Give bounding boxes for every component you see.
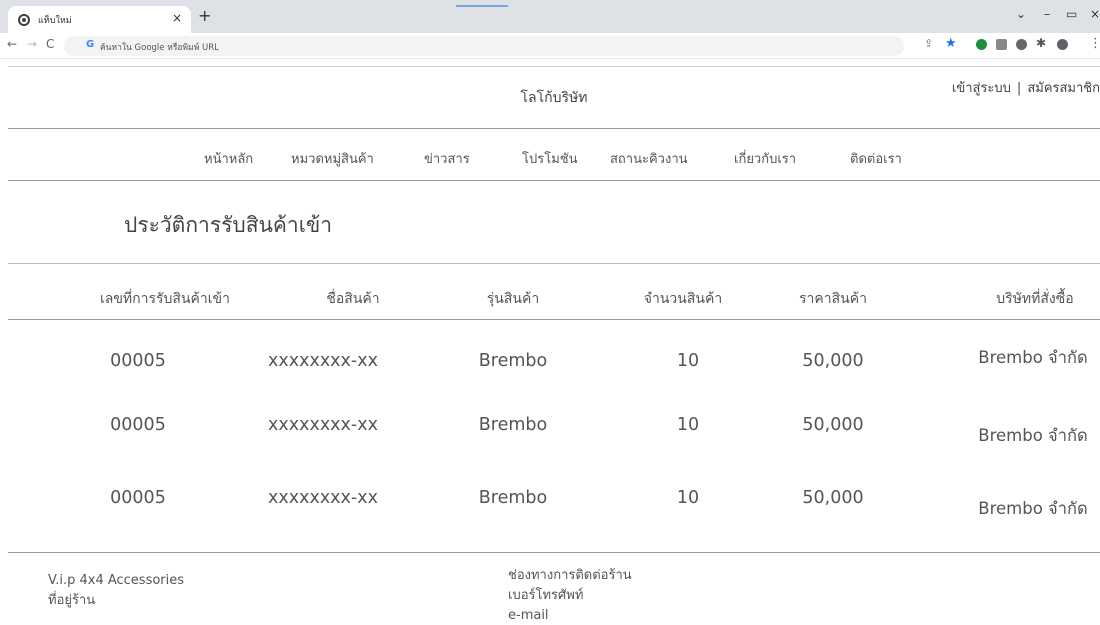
bookmark-star-icon[interactable]: ★ — [945, 36, 957, 51]
nav-item-contact[interactable]: ติดต่อเรา — [850, 148, 902, 169]
extensions-puzzle-icon[interactable]: ✱ — [1036, 36, 1046, 50]
content-divider — [8, 552, 1100, 553]
browser-tab-strip: แท็บใหม่ × + ⌄ – ▭ × — [0, 0, 1100, 33]
cell-quantity: 10 — [676, 415, 700, 435]
main-navigation: หน้าหลัก หมวดหมู่สินค้า ข่าวสาร โปรโมชัน… — [8, 129, 1100, 181]
extension-box-icon[interactable] — [996, 39, 1007, 50]
footer-contact-title: ช่องทางการติดต่อร้าน — [508, 568, 632, 583]
address-bar-placeholder[interactable]: ค้นหาใน Google หรือพิมพ์ URL — [100, 40, 219, 54]
column-header-model: รุ่นสินค้า — [486, 291, 540, 307]
menu-kebab-icon[interactable]: ⋮ — [1089, 36, 1100, 51]
column-header-product-name: ชื่อสินค้า — [326, 291, 380, 307]
cell-quantity: 10 — [676, 488, 700, 508]
nav-item-promotions[interactable]: โปรโมชัน — [522, 148, 577, 169]
cell-product-name: xxxxxxxx-xx — [268, 415, 378, 435]
cell-model: Brembo — [478, 351, 548, 371]
nav-item-news[interactable]: ข่าวสาร — [424, 148, 470, 169]
footer-address-label: ที่อยู่ร้าน — [48, 593, 96, 608]
register-link[interactable]: สมัครสมาชิก — [1027, 81, 1100, 96]
table-row: 00005 xxxxxxxx-xx Brembo 10 50,000 Bremb… — [8, 407, 1100, 477]
column-header-price: ราคาสินค้า — [799, 291, 867, 307]
table-header-row: เลขที่การรับสินค้าเข้า ชื่อสินค้า รุ่นสิ… — [8, 264, 1100, 320]
extension-green-icon[interactable] — [976, 39, 987, 50]
cell-product-name: xxxxxxxx-xx — [268, 351, 378, 371]
cell-supplier: Brembo จำกัด — [978, 348, 1088, 367]
profile-avatar-icon[interactable] — [1057, 39, 1068, 50]
nav-item-categories[interactable]: หมวดหมู่สินค้า — [291, 148, 374, 169]
tab-title: แท็บใหม่ — [38, 16, 72, 26]
nav-item-queue-status[interactable]: สถานะคิวงาน — [610, 148, 688, 169]
cell-supplier: Brembo จำกัด — [978, 499, 1088, 518]
site-header: โลโก้บริษัท เข้าสู่ระบบ | สมัครสมาชิก — [8, 66, 1100, 129]
column-header-receipt-no: เลขที่การรับสินค้าเข้า — [100, 291, 230, 307]
forward-arrow-icon[interactable]: → — [27, 37, 37, 51]
cell-price: 50,000 — [802, 415, 864, 435]
table-row: 00005 xxxxxxxx-xx Brembo 10 50,000 Bremb… — [8, 480, 1100, 550]
google-icon: G — [86, 39, 95, 50]
cell-product-name: xxxxxxxx-xx — [268, 488, 378, 508]
company-logo-text[interactable]: โลโก้บริษัท — [8, 87, 1100, 109]
tab-close-icon[interactable]: × — [172, 11, 182, 25]
login-link[interactable]: เข้าสู่ระบบ — [952, 81, 1011, 96]
cell-model: Brembo — [478, 415, 548, 435]
nav-item-home[interactable]: หน้าหลัก — [204, 148, 253, 169]
browser-toolbar: ← → C G ค้นหาใน Google หรือพิมพ์ URL ⇪ ★… — [0, 33, 1100, 59]
footer-store-name: V.i.p 4x4 Accessories — [48, 573, 185, 588]
share-icon[interactable]: ⇪ — [924, 37, 933, 50]
auth-separator: | — [1016, 81, 1022, 96]
cell-price: 50,000 — [802, 488, 864, 508]
maximize-button[interactable]: ▭ — [1066, 7, 1077, 21]
footer-contact-info: ช่องทางการติดต่อร้าน เบอร์โทรศัพท์ e-mai… — [508, 566, 632, 625]
tab-strip-indicator — [456, 5, 508, 7]
cell-model: Brembo — [478, 488, 548, 508]
column-header-supplier: บริษัทที่สั่งซื้อ — [996, 291, 1074, 307]
back-arrow-icon[interactable]: ← — [7, 37, 17, 51]
column-header-quantity: จำนวนสินค้า — [643, 291, 723, 307]
page-title: ประวัติการรับสินค้าเข้า — [124, 213, 333, 237]
address-bar[interactable]: G ค้นหาใน Google หรือพิมพ์ URL — [64, 36, 904, 56]
cell-receipt-no: 00005 — [110, 415, 166, 435]
nav-item-about[interactable]: เกี่ยวกับเรา — [734, 148, 796, 169]
extension-circle-icon[interactable] — [1016, 39, 1027, 50]
close-window-button[interactable]: × — [1090, 7, 1100, 21]
cell-price: 50,000 — [802, 351, 864, 371]
footer-phone-label: เบอร์โทรศัพท์ — [508, 588, 584, 603]
new-tab-button[interactable]: + — [198, 8, 211, 24]
chrome-icon — [18, 14, 30, 26]
footer-store-info: V.i.p 4x4 Accessories ที่อยู่ร้าน — [48, 571, 184, 611]
cell-receipt-no: 00005 — [110, 488, 166, 508]
footer-email-label: e-mail — [508, 608, 549, 623]
page-content: โลโก้บริษัท เข้าสู่ระบบ | สมัครสมาชิก หน้า… — [8, 66, 1100, 625]
tab-search-icon[interactable]: ⌄ — [1016, 7, 1026, 21]
browser-tab[interactable]: แท็บใหม่ × — [8, 6, 191, 33]
cell-quantity: 10 — [676, 351, 700, 371]
cell-receipt-no: 00005 — [110, 351, 166, 371]
auth-links: เข้าสู่ระบบ | สมัครสมาชิก — [952, 77, 1100, 98]
cell-supplier: Brembo จำกัด — [978, 426, 1088, 445]
minimize-button[interactable]: – — [1044, 7, 1050, 21]
reload-icon[interactable]: C — [46, 37, 54, 51]
table-row: 00005 xxxxxxxx-xx Brembo 10 50,000 Bremb… — [8, 334, 1100, 404]
